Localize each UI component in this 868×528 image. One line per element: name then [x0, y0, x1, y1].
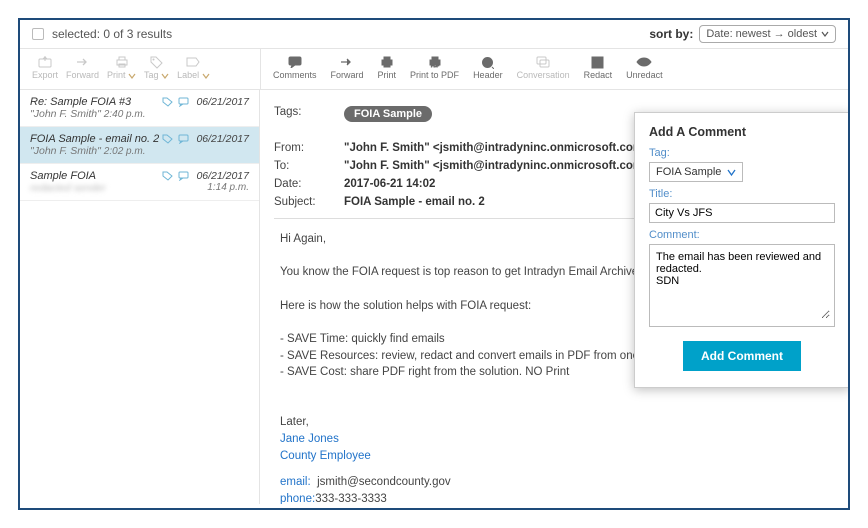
redact-button[interactable]: Redact: [584, 55, 613, 81]
print-to-pdf-icon: PDF: [427, 55, 443, 69]
list-item-time: 2:02 p.m.: [104, 146, 146, 157]
list-item-subject: Sample FOIA: [30, 170, 96, 182]
print-icon: [114, 55, 130, 69]
tag-icon: [149, 55, 165, 69]
add-comment-panel: Add A Comment Tag: FOIA Sample Title: Co…: [634, 112, 850, 388]
signature-title[interactable]: County Employee: [280, 450, 371, 462]
chevron-down-icon: [727, 168, 736, 177]
tag-icon: [162, 171, 174, 181]
panel-title-label: Title:: [649, 188, 835, 200]
forward-icon: [339, 55, 355, 69]
print-icon: [379, 55, 395, 69]
from-label: From:: [274, 142, 344, 154]
date-label: Date:: [274, 178, 344, 190]
panel-tag-label: Tag:: [649, 147, 835, 159]
export-icon: [37, 55, 53, 69]
comments-button[interactable]: Comments: [273, 55, 317, 81]
panel-comment-label: Comment:: [649, 229, 835, 241]
print-button[interactable]: Print: [107, 55, 136, 81]
list-item-from: "John F. Smith" 2:40 p.m.: [30, 108, 146, 120]
conversation-button: Conversation: [517, 55, 570, 81]
unredact-icon: [636, 55, 652, 69]
subject-label: Subject:: [274, 196, 344, 208]
panel-tag-value: FOIA Sample: [656, 166, 721, 178]
conversation-icon: [535, 55, 551, 69]
tag-icon: [162, 134, 174, 144]
sort-by-label: sort by:: [649, 27, 693, 41]
unredact-button[interactable]: Unredact: [626, 55, 663, 81]
to-value: "John F. Smith" <jsmith@intradyninc.onmi…: [344, 160, 650, 172]
signature-name[interactable]: Jane Jones: [280, 433, 339, 445]
date-value: 2017-06-21 14:02: [344, 178, 435, 190]
list-item-date: 06/21/2017: [196, 133, 249, 145]
subject-value: FOIA Sample - email no. 2: [344, 196, 485, 208]
label-icon: [185, 55, 201, 69]
list-item-date: 06/21/2017: [196, 170, 249, 182]
panel-title: Add A Comment: [649, 125, 835, 139]
redact-icon: [590, 55, 606, 69]
header-button[interactable]: Header: [473, 55, 503, 81]
body-closing: Later,: [280, 414, 828, 431]
email-list-item[interactable]: FOIA Sample - email no. 2 06/21/2017 "Jo…: [20, 127, 259, 164]
list-item-subject: FOIA Sample - email no. 2: [30, 133, 159, 145]
email-list: Re: Sample FOIA #3 06/21/2017 "John F. S…: [20, 90, 260, 504]
list-item-time: 2:40 p.m.: [104, 109, 146, 120]
comment-icon: [178, 134, 190, 144]
panel-comment-textarea[interactable]: [654, 249, 830, 319]
print-button[interactable]: Print: [378, 55, 397, 81]
phone-value: 333-333-3333: [315, 493, 387, 504]
from-value: "John F. Smith" <jsmith@intradyninc.onmi…: [344, 142, 650, 154]
list-item-time: 1:14 p.m.: [207, 182, 249, 193]
forward-icon: [75, 55, 91, 69]
tags-label: Tags:: [274, 106, 344, 122]
email-value: jsmith@secondcounty.gov: [317, 476, 451, 488]
tag-button[interactable]: Tag: [144, 55, 169, 81]
tag-pill[interactable]: FOIA Sample: [344, 106, 432, 122]
app-frame: selected: 0 of 3 results sort by: Date: …: [18, 18, 850, 510]
selection-count: selected: 0 of 3 results: [52, 27, 172, 41]
email-label: email:: [280, 476, 311, 488]
svg-text:PDF: PDF: [431, 63, 440, 68]
add-comment-button[interactable]: Add Comment: [683, 341, 801, 371]
header-icon: [480, 55, 496, 69]
comment-icon: [178, 171, 190, 181]
export-button[interactable]: Export: [32, 55, 58, 81]
sort-select[interactable]: Date: newest → oldest: [699, 25, 836, 43]
panel-title-input[interactable]: [649, 203, 835, 223]
forward-button[interactable]: Forward: [331, 55, 364, 81]
list-item-from: redacted sender: [30, 182, 106, 194]
comments-icon: [287, 55, 303, 69]
panel-tag-select[interactable]: FOIA Sample: [649, 162, 743, 182]
email-list-item[interactable]: Sample FOIA 06/21/2017 redacted sender 1…: [20, 164, 259, 201]
list-item-date: 06/21/2017: [196, 96, 249, 108]
to-label: To:: [274, 160, 344, 172]
toolbar: Export Forward Print Tag Label Comments For…: [20, 49, 848, 89]
label-button[interactable]: Label: [177, 55, 210, 81]
top-bar: selected: 0 of 3 results sort by: Date: …: [20, 20, 848, 48]
chevron-down-icon: [821, 30, 829, 38]
comment-icon: [178, 97, 190, 107]
list-item-subject: Re: Sample FOIA #3: [30, 96, 131, 108]
list-item-from: "John F. Smith" 2:02 p.m.: [30, 145, 146, 157]
select-all-checkbox[interactable]: [32, 28, 44, 40]
phone-label: phone:: [280, 493, 315, 504]
sort-select-value: Date: newest → oldest: [706, 28, 817, 40]
forward-button[interactable]: Forward: [66, 55, 99, 81]
print-to-pdf-button[interactable]: PDFPrint to PDF: [410, 55, 459, 81]
tag-icon: [162, 97, 174, 107]
email-list-item[interactable]: Re: Sample FOIA #3 06/21/2017 "John F. S…: [20, 90, 259, 127]
